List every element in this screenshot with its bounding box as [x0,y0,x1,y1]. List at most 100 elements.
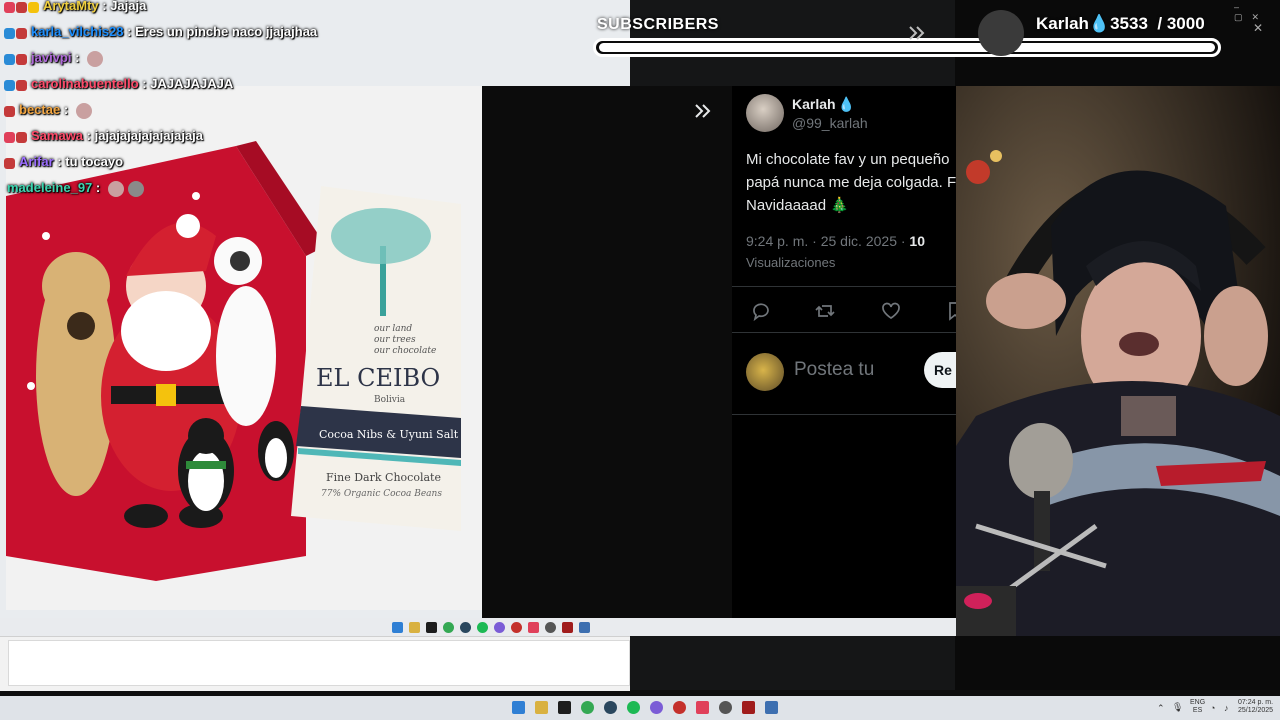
chat-badges [4,48,28,70]
language-indicator[interactable]: ENG ES [1190,699,1205,715]
chat-text: Jajaja [110,0,147,13]
chrome-icon[interactable] [443,622,454,633]
windows-icon[interactable] [392,622,403,633]
chat-username[interactable]: bectae [19,102,60,117]
chat-message: Samawa : jajajajajajajajajaja [4,125,203,147]
chat-username[interactable]: ArytaMty [43,0,99,13]
badge-icon [4,79,15,91]
double-chevron-icon-top[interactable] [906,22,928,44]
mic-tray-icon[interactable]: 🎙 [1172,702,1183,713]
badge-icon [16,131,27,143]
tweet-author-name[interactable]: Karlah 💧 [792,96,855,113]
app-icon-2[interactable] [579,622,590,633]
language-bottom: ES [1192,707,1203,714]
product-tagline-3: our chocolate [374,346,436,356]
close-icon[interactable]: ✕ [1249,19,1267,37]
streamer-avatar [978,10,1024,56]
spotify-icon[interactable] [477,622,488,633]
spotify-icon[interactable] [627,701,640,714]
reply-input[interactable]: Postea tu [794,359,874,381]
chat-separator: : [60,102,72,117]
product-cocoa: 77% Organic Cocoa Beans [321,489,442,499]
language-top: ENG [1190,699,1206,706]
chat-username[interactable]: carolinabuentello [31,76,139,91]
app-icon[interactable] [742,701,755,714]
steam-icon[interactable] [604,701,617,714]
inner-taskbar [0,618,956,636]
webcam-feed [956,86,1280,636]
chat-badges [4,74,28,96]
chat-username[interactable]: Samawa [31,128,83,143]
badge-icon [4,1,15,13]
obs-icon[interactable] [673,701,686,714]
mic-icon[interactable] [696,701,709,714]
folder-icon[interactable] [409,622,420,633]
chat-message: javivpi : [4,47,104,70]
chat-text: tu tocayo [65,154,124,169]
tweet-text-line-1: Mi chocolate fav y un pequeño [746,151,950,168]
chat-text: jajajajajajajajajaja [94,128,204,143]
emote-icon [87,50,104,67]
app-icon-2[interactable] [765,701,778,714]
reply-icon[interactable] [750,300,772,322]
badge-icon [16,79,27,91]
obs-icon[interactable] [511,622,522,633]
taskbar: ⌃ 🎙 ENG ES ◔ ♪ 07:24 p. m. 25/12/2025 [0,696,1280,720]
badge-icon [4,131,15,143]
terminal-icon[interactable] [426,622,437,633]
tweet-views-label: Visualizaciones [746,255,836,270]
tweet-author-handle[interactable]: @99_karlah [792,115,868,131]
windows-start-icon[interactable] [512,701,525,714]
like-icon[interactable] [880,300,902,322]
subs-label: SUBSCRIBERS [597,16,719,33]
streamer-name: Karlah [1036,14,1089,33]
mic-icon[interactable] [528,622,539,633]
chat-badges [4,152,16,174]
badge-icon [4,53,15,65]
chrome-icon[interactable] [581,701,594,714]
chat-badges [4,100,16,122]
chat-username[interactable]: Arifar [19,154,54,169]
chat-badges [4,126,28,148]
tweet-author-avatar[interactable] [746,94,784,132]
discord-icon[interactable] [650,701,663,714]
tweet-text-line-2: papá nunca me deja colgada. Feliz [746,174,956,191]
folder-icon[interactable] [535,701,548,714]
chat-separator: : [123,24,136,39]
subs-goal: 3000 [1166,14,1205,33]
bottom-card [8,640,630,686]
dim-overlay [482,86,732,618]
clock[interactable]: 07:24 p. m. 25/12/2025 [1238,699,1273,715]
volume-icon[interactable]: ♪ [1224,703,1229,713]
badge-icon [28,1,39,13]
subs-separator: / [1147,14,1167,33]
retweet-icon[interactable] [814,300,836,322]
steam-icon[interactable] [460,622,471,633]
chat-message: Arifar : tu tocayo [4,151,123,173]
terminal-icon[interactable] [558,701,571,714]
badge-icon [4,27,15,39]
chevron-up-icon[interactable]: ⌃ [1157,703,1165,714]
double-chevron-icon[interactable] [692,100,714,122]
chat-message: ArytaMty : Jajaja [4,0,146,17]
settings-icon[interactable] [719,701,732,714]
chat-username[interactable]: madeleine_97 [7,180,92,195]
badge-icon [4,157,15,169]
product-type: Fine Dark Chocolate [326,471,441,484]
chat-username[interactable]: javivpi [31,50,71,65]
badge-icon [16,53,27,65]
discord-icon[interactable] [494,622,505,633]
drop-icon: 💧 [1088,14,1111,33]
product-tagline-2: our trees [374,335,416,345]
tweet-timestamp[interactable]: 9:24 p. m. · 25 dic. 2025 · 10 [746,233,925,249]
chat-separator: : [92,180,104,195]
settings-icon[interactable] [545,622,556,633]
product-brand: EL CEIBO [316,364,440,392]
app-icon[interactable] [562,622,573,633]
chat-username[interactable]: karla_vilchis28 [31,24,124,39]
tweet-panel: Karlah 💧 @99_karlah Mi chocolate fav y un… [732,86,984,618]
chat-message: carolinabuentello : JAJAJAJAJA [4,73,233,95]
product-flavor: Cocoa Nibs & Uyuni Salt [319,428,459,441]
subs-count: Karlah💧3533 / 3000 [1036,14,1205,34]
wifi-icon[interactable]: ◔ [1210,703,1215,713]
